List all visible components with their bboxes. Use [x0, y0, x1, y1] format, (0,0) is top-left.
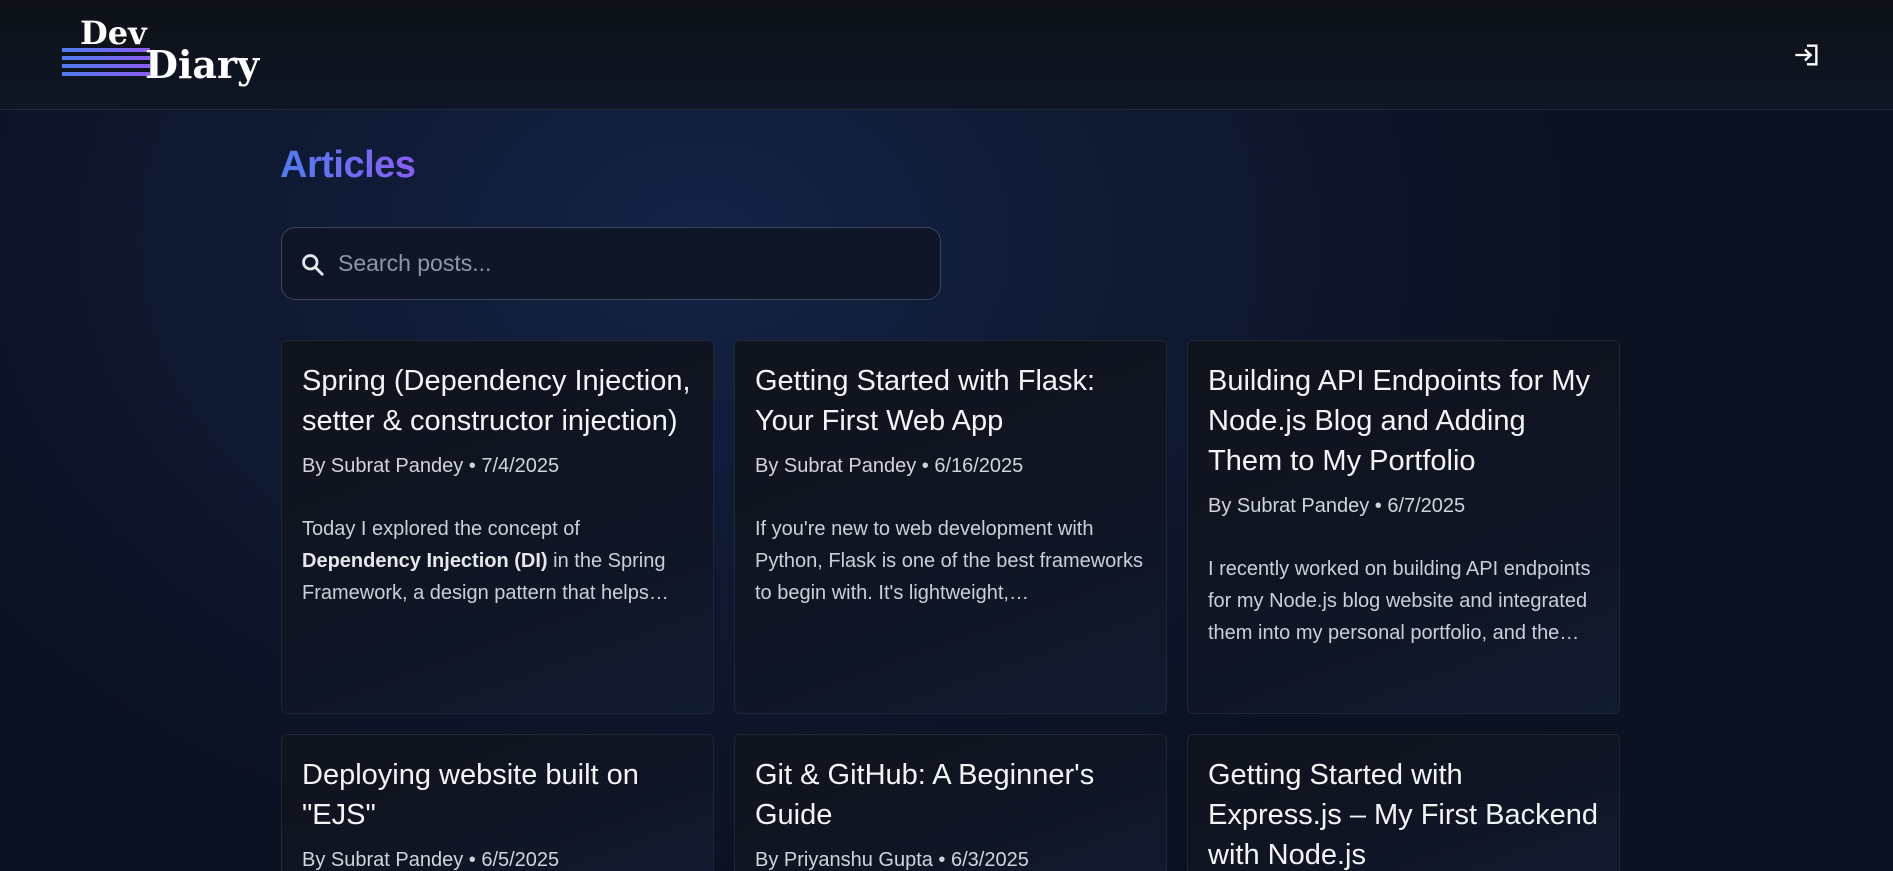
post-excerpt: If you're new to web development with Py… [755, 518, 1143, 604]
logo-graphic: Dev Diary [62, 14, 260, 87]
post-title[interactable]: Git & GitHub: A Beginner's Guide [755, 755, 1146, 835]
post-card[interactable]: Building API Endpoints for My Node.js Bl… [1187, 340, 1620, 714]
login-button[interactable] [1792, 40, 1822, 70]
post-meta: By Subrat Pandey • 6/16/2025 [755, 455, 1024, 477]
post-meta: By Priyanshu Gupta • 6/3/2025 [755, 849, 1029, 871]
post-card[interactable]: Spring (Dependency Injection, setter & c… [281, 340, 714, 714]
login-icon [1795, 44, 1818, 66]
logo-text-bottom: Diary [145, 42, 260, 87]
post-title[interactable]: Getting Started with Express.js – My Fir… [1208, 755, 1599, 871]
post-meta: By Subrat Pandey • 7/4/2025 [302, 455, 560, 477]
search-icon [302, 254, 324, 276]
post-title[interactable]: Getting Started with Flask: Your First W… [755, 361, 1146, 441]
search-input[interactable] [338, 228, 928, 299]
post-card[interactable]: Getting Started with Express.js – My Fir… [1187, 734, 1620, 871]
post-title[interactable]: Deploying website built on "EJS" [302, 755, 693, 835]
top-header: Dev Diary [0, 0, 1893, 110]
dev-diary-logo[interactable]: Dev Diary [60, 14, 272, 88]
search-bar [281, 227, 941, 300]
post-title[interactable]: Spring (Dependency Injection, setter & c… [302, 361, 693, 441]
post-meta: By Subrat Pandey • 6/5/2025 [302, 849, 560, 871]
logo-text-top: Dev [80, 14, 148, 52]
post-title[interactable]: Building API Endpoints for My Node.js Bl… [1208, 361, 1599, 481]
post-excerpt: I recently worked on building API endpoi… [1208, 558, 1591, 644]
post-card[interactable]: Deploying website built on "EJS" By Subr… [281, 734, 714, 871]
post-card[interactable]: Git & GitHub: A Beginner's Guide By Priy… [734, 734, 1167, 871]
post-excerpt: Today I explored the concept of Dependen… [302, 518, 669, 604]
page-title: Articles [280, 144, 416, 186]
post-card[interactable]: Getting Started with Flask: Your First W… [734, 340, 1167, 714]
post-meta: By Subrat Pandey • 6/7/2025 [1208, 495, 1466, 517]
